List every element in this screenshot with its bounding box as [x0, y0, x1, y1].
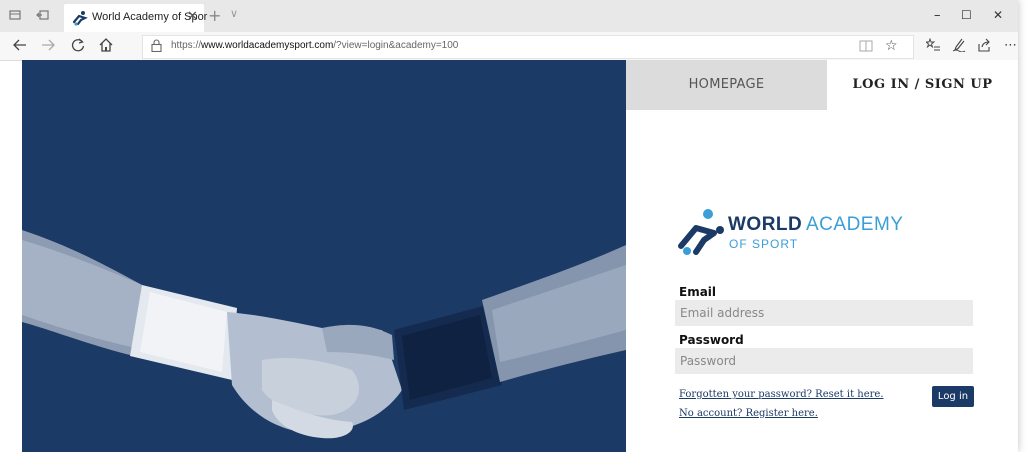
password-input[interactable]	[675, 348, 973, 374]
window-maximize-icon[interactable]: ☐	[961, 8, 972, 22]
favorites-icon[interactable]	[924, 37, 940, 56]
more-icon[interactable]: ⋯	[1004, 38, 1017, 53]
site-favicon-icon	[72, 10, 88, 26]
hero-image	[22, 60, 626, 452]
handshake-photo	[22, 60, 626, 452]
menu-homepage[interactable]: HOMEPAGE	[626, 60, 827, 110]
tab-close-icon[interactable]: ✕	[187, 9, 198, 24]
menu-login-signup[interactable]: LOG IN / SIGN UP	[827, 60, 1018, 110]
tab-bar: World Academy of Spor ✕ + ∨ – ☐ ✕	[0, 0, 1018, 32]
logo-figure-icon	[678, 209, 724, 255]
browser-window: World Academy of Spor ✕ + ∨ – ☐ ✕ https:…	[0, 0, 1018, 452]
favorite-star-icon[interactable]: ☆	[885, 38, 898, 54]
logo-subtitle: OF SPORT	[729, 237, 799, 251]
email-input[interactable]	[675, 300, 973, 326]
site-logo: WORLD ACADEMY OF SPORT	[678, 206, 938, 266]
password-label: Password	[679, 333, 744, 347]
back-icon[interactable]	[12, 37, 28, 56]
logo-word-world: WORLD	[728, 214, 803, 235]
active-tab[interactable]: World Academy of Spor ✕	[64, 4, 207, 32]
address-bar-row: https://www.worldacademysport.com/?view=…	[0, 32, 1018, 61]
url-field[interactable]: https://www.worldacademysport.com/?view=…	[142, 35, 914, 59]
tab-dropdown-icon[interactable]: ∨	[230, 7, 238, 20]
logo-word-academy: ACADEMY	[806, 214, 904, 235]
refresh-icon[interactable]	[70, 37, 86, 56]
window-close-icon[interactable]: ✕	[993, 8, 1003, 22]
login-button[interactable]: Log in	[932, 386, 974, 407]
window-minimize-icon[interactable]: –	[934, 8, 941, 23]
back-tab-icon[interactable]	[36, 8, 50, 22]
reading-view-icon[interactable]	[859, 40, 873, 56]
forgot-password-link[interactable]: Forgotten your password? Reset it here.	[679, 389, 884, 400]
new-tab-icon[interactable]: +	[208, 6, 221, 25]
email-label: Email	[679, 285, 717, 299]
url-text: https://www.worldacademysport.com/?view=…	[171, 40, 459, 51]
home-icon[interactable]	[98, 37, 114, 56]
tab-list-icon[interactable]	[8, 8, 22, 22]
register-link[interactable]: No account? Register here.	[679, 408, 818, 419]
lock-icon	[151, 39, 162, 55]
share-icon[interactable]	[978, 38, 992, 56]
pen-icon[interactable]	[952, 38, 966, 56]
forward-icon[interactable]	[40, 37, 56, 56]
